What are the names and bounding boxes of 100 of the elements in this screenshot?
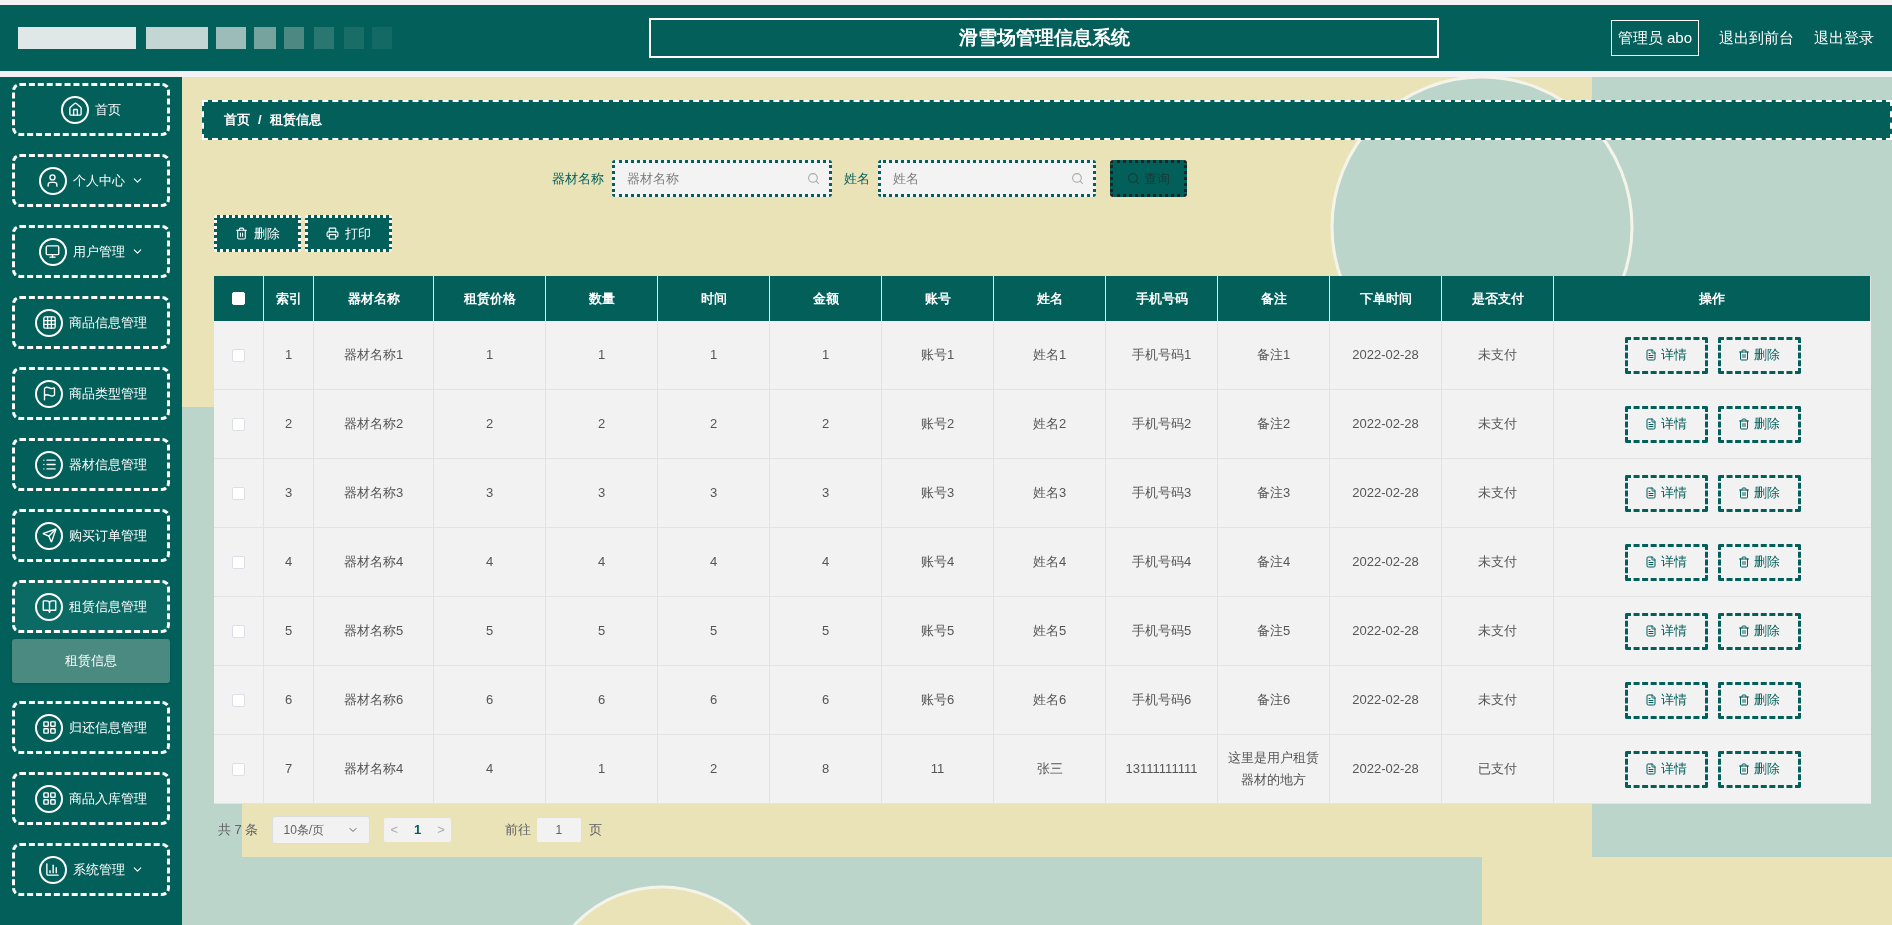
table-cell-text: 姓名5 [1032, 622, 1067, 640]
table-cell-text: 2022-02-28 [1352, 553, 1419, 571]
table-cell-text: 姓名1 [1032, 346, 1067, 364]
table-cell-text: 器材名称5 [343, 622, 404, 640]
column-header: 是否支付 [1442, 276, 1554, 321]
table-cell-text: 3 [821, 484, 830, 502]
flag-icon [35, 379, 63, 408]
table-cell-text: 张三 [1036, 760, 1063, 778]
table-cell-text: 手机号码6 [1131, 691, 1192, 709]
select-all-checkbox[interactable] [232, 292, 245, 305]
table-cell-text: 3 [485, 484, 494, 502]
sidebar-item[interactable]: 系统管理 [12, 843, 170, 896]
row-checkbox[interactable] [232, 555, 245, 569]
table-cell-text: 手机号码3 [1131, 484, 1192, 502]
table-cell-text: 未支付 [1478, 553, 1517, 571]
table-cell-text: 姓名2 [1032, 415, 1067, 433]
trash-icon [1738, 763, 1750, 775]
sidebar-item[interactable]: 首页 [12, 83, 170, 136]
column-header: 索引 [264, 276, 314, 321]
column-header: 租赁价格 [434, 276, 546, 321]
delete-row-button[interactable]: 删除 [1717, 612, 1801, 650]
book-icon [35, 592, 63, 621]
delete-row-button[interactable]: 删除 [1717, 336, 1801, 374]
delete-row-button[interactable]: 删除 [1717, 681, 1801, 719]
table-cell-text: 4 [485, 760, 494, 778]
table-cell-text: 4 [597, 553, 606, 571]
table-cell-text: 已支付 [1478, 760, 1517, 778]
search-icon [1126, 172, 1140, 185]
monitor-icon [38, 237, 67, 266]
table-cell-text: 未支付 [1478, 484, 1517, 502]
logout-link[interactable]: 退出登录 [1814, 26, 1874, 50]
delete-row-button[interactable]: 删除 [1717, 405, 1801, 443]
table-cell-text: 5 [821, 622, 830, 640]
table-cell-text: 2 [821, 415, 830, 433]
details-button[interactable]: 详情 [1624, 681, 1708, 719]
table-cell-text: 3 [284, 484, 293, 502]
breadcrumb-item[interactable]: 首页 [224, 110, 250, 130]
details-button[interactable]: 详情 [1624, 336, 1708, 374]
row-checkbox[interactable] [232, 348, 245, 362]
delete-row-button[interactable]: 删除 [1717, 750, 1801, 788]
submenu-item[interactable]: 租赁信息 [12, 639, 170, 683]
trash-icon [235, 227, 248, 240]
column-header: 金额 [770, 276, 882, 321]
row-checkbox[interactable] [232, 417, 245, 431]
search-field[interactable]: 器材名称 [611, 160, 832, 197]
sidebar-item[interactable]: 商品入库管理 [12, 772, 170, 825]
sidebar-item[interactable]: 用户管理 [12, 225, 170, 278]
table-cell-text: 5 [485, 622, 494, 640]
table-cell-text: 账号5 [920, 622, 955, 640]
table-cell-text: 2022-02-28 [1352, 484, 1419, 502]
sidebar-item[interactable]: 器材信息管理 [12, 438, 170, 491]
search-field[interactable]: 姓名 [877, 160, 1096, 197]
row-checkbox[interactable] [232, 693, 245, 707]
logout-link[interactable]: 退出到前台 [1719, 26, 1794, 50]
details-button[interactable]: 详情 [1624, 405, 1708, 443]
user-icon [38, 166, 67, 195]
sidebar-item[interactable]: 归还信息管理 [12, 701, 170, 754]
print-button[interactable]: 打印 [305, 215, 392, 252]
table-cell-text: 8 [821, 760, 830, 778]
sidebar-item[interactable]: 租赁信息管理 [12, 580, 170, 633]
details-button[interactable]: 详情 [1624, 543, 1708, 581]
table-cell-text: 器材名称2 [343, 415, 404, 433]
page-input[interactable]: 1 [536, 818, 581, 842]
sidebar-item[interactable]: 个人中心 [12, 154, 170, 207]
details-button[interactable]: 详情 [1624, 474, 1708, 512]
printer-icon [326, 227, 339, 240]
table-cell-text: 5 [597, 622, 606, 640]
sidebar-item-label: 归还信息管理 [69, 718, 147, 737]
sidebar-item-label: 商品类型管理 [69, 384, 147, 403]
table-cell-text: 账号6 [920, 691, 955, 709]
table-cell-text: 1 [709, 346, 718, 364]
column-header: 操作 [1554, 276, 1871, 321]
table-cell-text: 姓名3 [1032, 484, 1067, 502]
page-size-select[interactable]: 10条/页 [272, 816, 371, 844]
table-cell-text: 1 [485, 346, 494, 364]
delete-row-button[interactable]: 删除 [1717, 474, 1801, 512]
paper-plane-icon [35, 521, 63, 550]
sidebar-item[interactable]: 商品信息管理 [12, 296, 170, 349]
table-cell-text: 备注1 [1256, 346, 1291, 364]
table-cell-text: 器材名称3 [343, 484, 404, 502]
delete-button[interactable]: 删除 [214, 215, 301, 252]
document-icon [1645, 349, 1657, 361]
table-cell-text: 4 [485, 553, 494, 571]
table-cell-text: 2 [485, 415, 494, 433]
details-button[interactable]: 详情 [1624, 612, 1708, 650]
sidebar-item[interactable]: 商品类型管理 [12, 367, 170, 420]
sidebar-item[interactable]: 购买订单管理 [12, 509, 170, 562]
goto-label: 前往 [504, 821, 531, 840]
table-cell-text: 2 [597, 415, 606, 433]
row-checkbox[interactable] [232, 486, 245, 500]
column-header: 时间 [658, 276, 770, 321]
delete-row-button[interactable]: 删除 [1717, 543, 1801, 581]
row-checkbox[interactable] [232, 624, 245, 638]
row-checkbox[interactable] [232, 762, 245, 776]
page-number[interactable]: 1 [414, 820, 422, 840]
table-cell-text: 6 [485, 691, 494, 709]
table-cell-text: 2022-02-28 [1352, 415, 1419, 433]
details-button[interactable]: 详情 [1624, 750, 1708, 788]
search-icon [806, 172, 820, 185]
field-label: 姓名 [843, 169, 870, 188]
